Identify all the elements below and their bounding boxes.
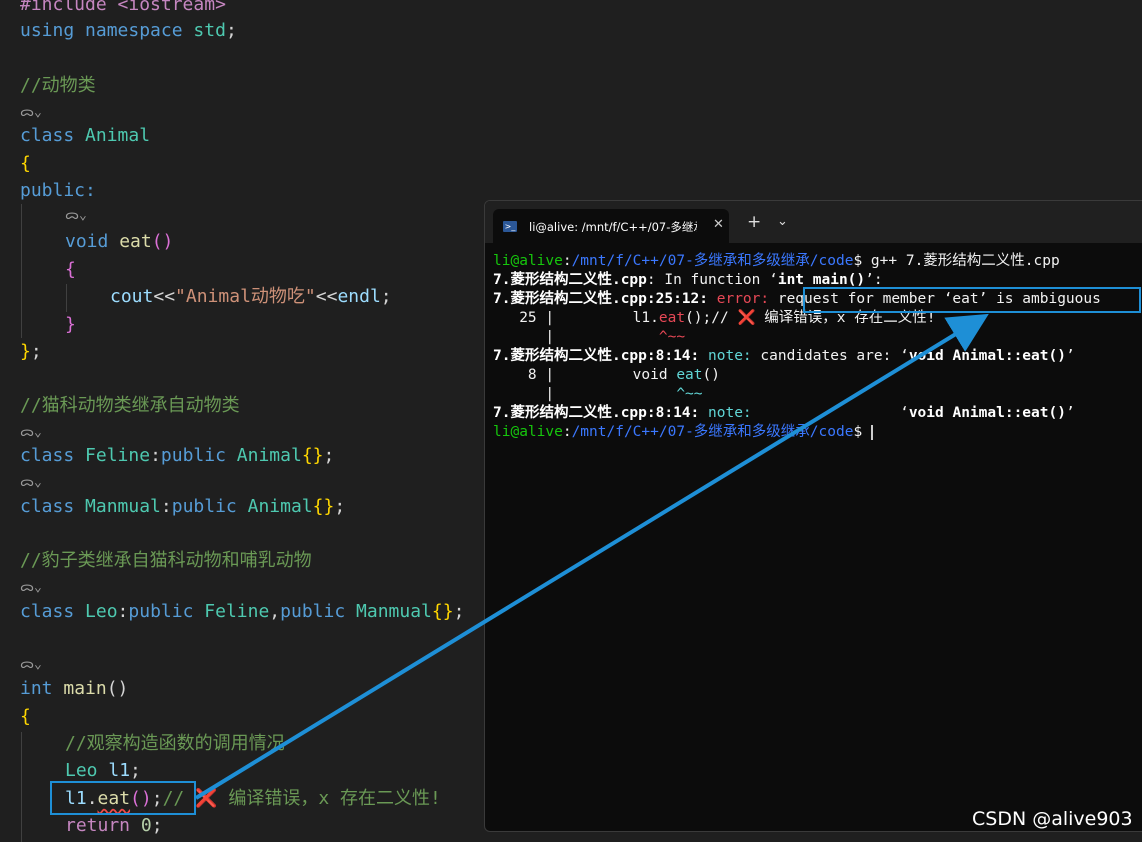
annotation-arrow — [194, 313, 989, 800]
watermark: CSDN @alive903 — [972, 808, 1133, 830]
